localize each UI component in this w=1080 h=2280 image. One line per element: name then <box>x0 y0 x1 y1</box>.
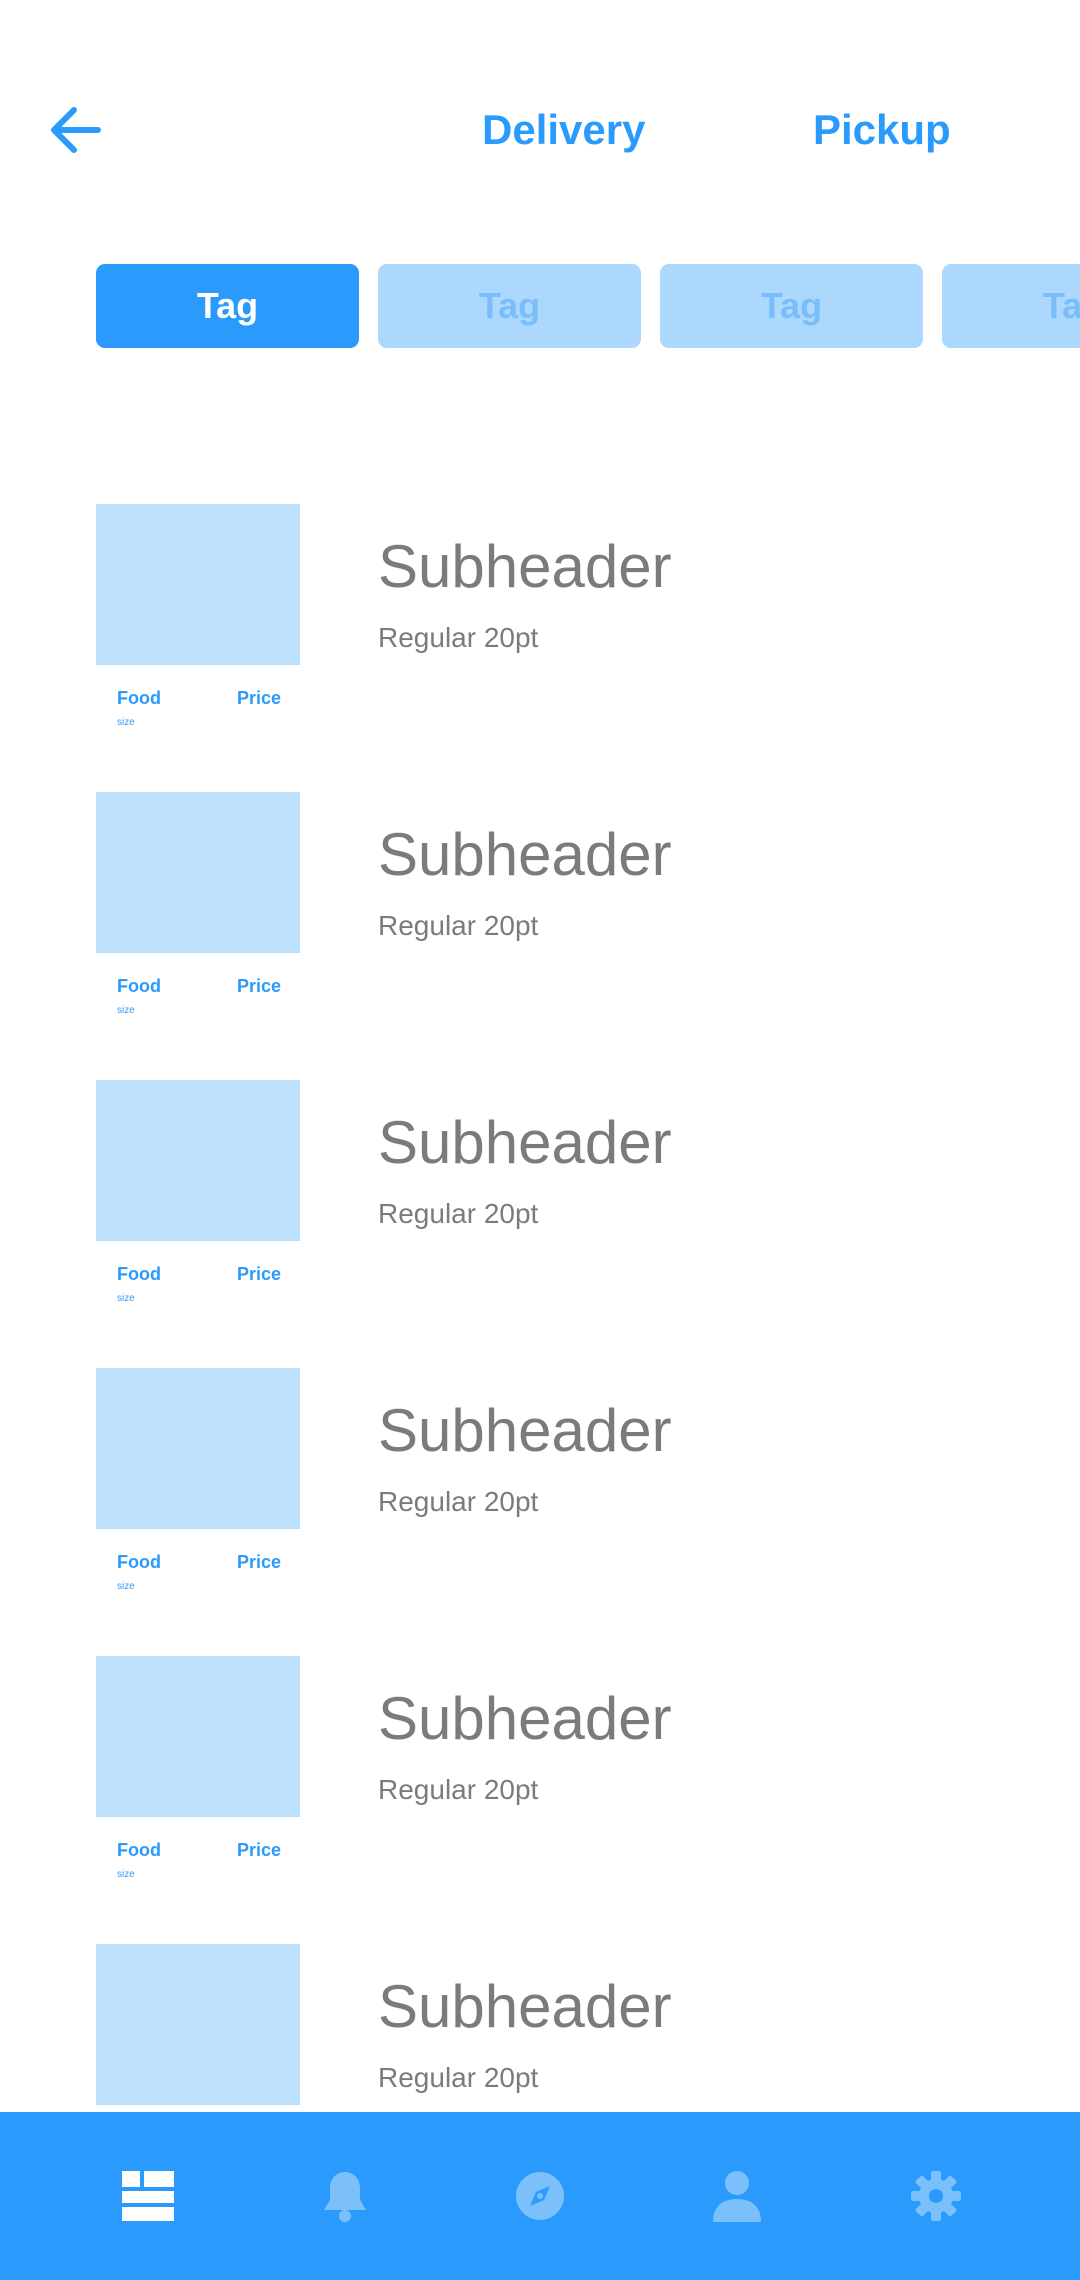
tab-pickup[interactable]: Pickup <box>813 104 951 156</box>
top-bar: Delivery Pickup <box>0 0 1080 240</box>
price-label: Price <box>237 688 282 708</box>
size-label: size <box>117 717 135 728</box>
food-image <box>96 1944 300 2105</box>
food-label: Food <box>117 1552 161 1572</box>
item-title: Subheader <box>378 1685 672 1752</box>
food-image <box>96 1080 300 1241</box>
nav-dashboard[interactable] <box>40 2112 256 2280</box>
price-label: Price <box>237 1840 282 1860</box>
list-item[interactable]: Food Price size Subheader Regular 20pt <box>0 792 1080 1080</box>
item-title: Subheader <box>378 1973 672 2040</box>
food-label: Food <box>117 976 161 996</box>
item-subtitle: Regular 20pt <box>378 1486 539 1517</box>
item-subtitle: Regular 20pt <box>378 910 539 941</box>
food-image <box>96 1656 300 1817</box>
size-label: size <box>117 1293 135 1304</box>
tag-chip-3[interactable]: Tag <box>660 264 923 348</box>
food-label: Food <box>117 1840 161 1860</box>
list-item[interactable]: Food Price size Subheader Regular 20pt <box>0 1080 1080 1368</box>
item-title: Subheader <box>378 533 672 600</box>
bell-icon <box>324 2172 366 2222</box>
person-icon <box>713 2171 761 2222</box>
item-title: Subheader <box>378 821 672 888</box>
gear-icon <box>911 2171 961 2221</box>
back-button[interactable] <box>44 100 104 160</box>
item-subtitle: Regular 20pt <box>378 2062 539 2093</box>
list-item[interactable]: Food Price size Subheader Regular 20pt <box>0 1368 1080 1656</box>
bottom-nav <box>0 2112 1080 2280</box>
nav-settings[interactable] <box>828 2112 1044 2280</box>
item-subtitle: Regular 20pt <box>378 1774 539 1805</box>
size-label: size <box>117 1005 135 1016</box>
tag-chip-1[interactable]: Tag <box>96 264 359 348</box>
nav-explore[interactable] <box>432 2112 648 2280</box>
dashboard-icon <box>122 2171 174 2221</box>
arrow-left-icon <box>51 107 101 153</box>
food-image <box>96 792 300 953</box>
food-image <box>96 1368 300 1529</box>
price-label: Price <box>237 1264 282 1284</box>
nav-notifications[interactable] <box>237 2112 453 2280</box>
item-title: Subheader <box>378 1397 672 1464</box>
compass-icon <box>516 2172 564 2220</box>
food-label: Food <box>117 1264 161 1284</box>
food-label: Food <box>117 688 161 708</box>
nav-profile[interactable] <box>629 2112 845 2280</box>
list-item[interactable]: Food Price size Subheader Regular 20pt <box>0 504 1080 792</box>
item-title: Subheader <box>378 1109 672 1176</box>
tag-chip-2[interactable]: Tag <box>378 264 641 348</box>
size-label: size <box>117 1869 135 1880</box>
tag-chip-4[interactable]: Tag <box>942 264 1080 348</box>
item-subtitle: Regular 20pt <box>378 1198 539 1229</box>
item-subtitle: Regular 20pt <box>378 622 539 653</box>
price-label: Price <box>237 976 282 996</box>
food-image <box>96 504 300 665</box>
list-item[interactable]: Food Price size Subheader Regular 20pt <box>0 1656 1080 1944</box>
price-label: Price <box>237 1552 282 1572</box>
tab-delivery[interactable]: Delivery <box>482 104 645 156</box>
tag-filter-bar: Tag Tag Tag Tag <box>0 264 1080 348</box>
size-label: size <box>117 1581 135 1592</box>
